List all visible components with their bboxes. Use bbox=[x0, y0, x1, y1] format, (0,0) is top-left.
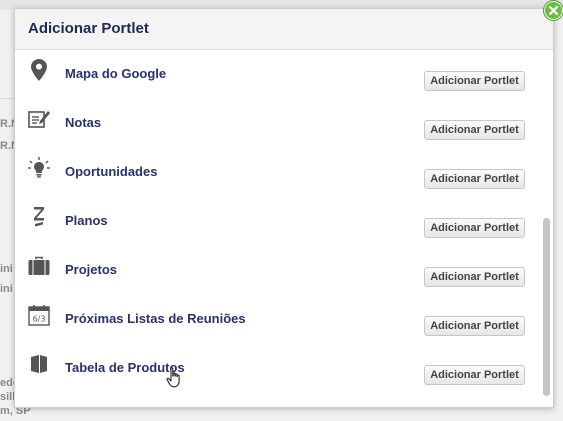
portlet-list: Mapa do Google Adicionar Portlet Notas A… bbox=[15, 50, 540, 406]
portlet-row-proximas-listas: 6/3 Próximas Listas de Reuniões Adiciona… bbox=[15, 295, 540, 344]
background-divider bbox=[0, 98, 14, 99]
portlet-name: Projetos bbox=[65, 262, 118, 277]
scrollbar-track[interactable] bbox=[540, 50, 553, 407]
calendar-icon-date: 6/3 bbox=[33, 315, 46, 324]
background-text: ini bbox=[0, 283, 13, 295]
calendar-icon: 6/3 bbox=[27, 303, 51, 327]
dialog-header: Adicionar Portlet bbox=[15, 9, 553, 50]
lightbulb-icon bbox=[27, 156, 51, 180]
portlet-row-projetos: Projetos Adicionar Portlet bbox=[15, 246, 540, 295]
portlet-row-notas: Notas Adicionar Portlet bbox=[15, 99, 540, 148]
book-icon bbox=[27, 352, 51, 376]
portlet-name: Planos bbox=[65, 213, 108, 228]
portlet-row-tabela-de-produtos: Tabela de Produtos Adicionar Portlet bbox=[15, 344, 540, 393]
add-portlet-button[interactable]: Adicionar Portlet bbox=[424, 365, 525, 385]
background-text: sill bbox=[0, 391, 16, 403]
add-portlet-button[interactable]: Adicionar Portlet bbox=[424, 169, 525, 189]
add-portlet-button[interactable]: Adicionar Portlet bbox=[424, 120, 525, 140]
add-portlet-button[interactable]: Adicionar Portlet bbox=[424, 71, 525, 91]
portlet-row-mapa-do-google: Mapa do Google Adicionar Portlet bbox=[15, 50, 540, 99]
add-portlet-button[interactable]: Adicionar Portlet bbox=[424, 267, 525, 287]
portlet-name: Notas bbox=[65, 115, 102, 130]
portlet-name: Mapa do Google bbox=[65, 66, 167, 81]
scrollbar-thumb[interactable] bbox=[543, 218, 550, 396]
map-pin-icon bbox=[27, 58, 51, 82]
background-text: ini bbox=[0, 263, 13, 275]
add-portlet-dialog: Adicionar Portlet Mapa do Google Adicion… bbox=[14, 8, 554, 408]
portlet-name: Oportunidades bbox=[65, 164, 158, 179]
zeta-icon bbox=[27, 205, 51, 229]
note-pencil-icon bbox=[27, 107, 51, 131]
close-button[interactable] bbox=[543, 0, 563, 21]
portlet-row-planos: Planos Adicionar Portlet bbox=[15, 197, 540, 246]
close-icon bbox=[548, 5, 559, 16]
add-portlet-button[interactable]: Adicionar Portlet bbox=[424, 316, 525, 336]
hand-pointer-icon bbox=[166, 367, 184, 389]
dialog-title: Adicionar Portlet bbox=[28, 20, 149, 37]
portlet-name: Próximas Listas de Reuniões bbox=[65, 311, 246, 326]
add-portlet-button[interactable]: Adicionar Portlet bbox=[424, 218, 525, 238]
portlet-row-oportunidades: Oportunidades Adicionar Portlet bbox=[15, 148, 540, 197]
briefcase-icon bbox=[27, 254, 51, 278]
